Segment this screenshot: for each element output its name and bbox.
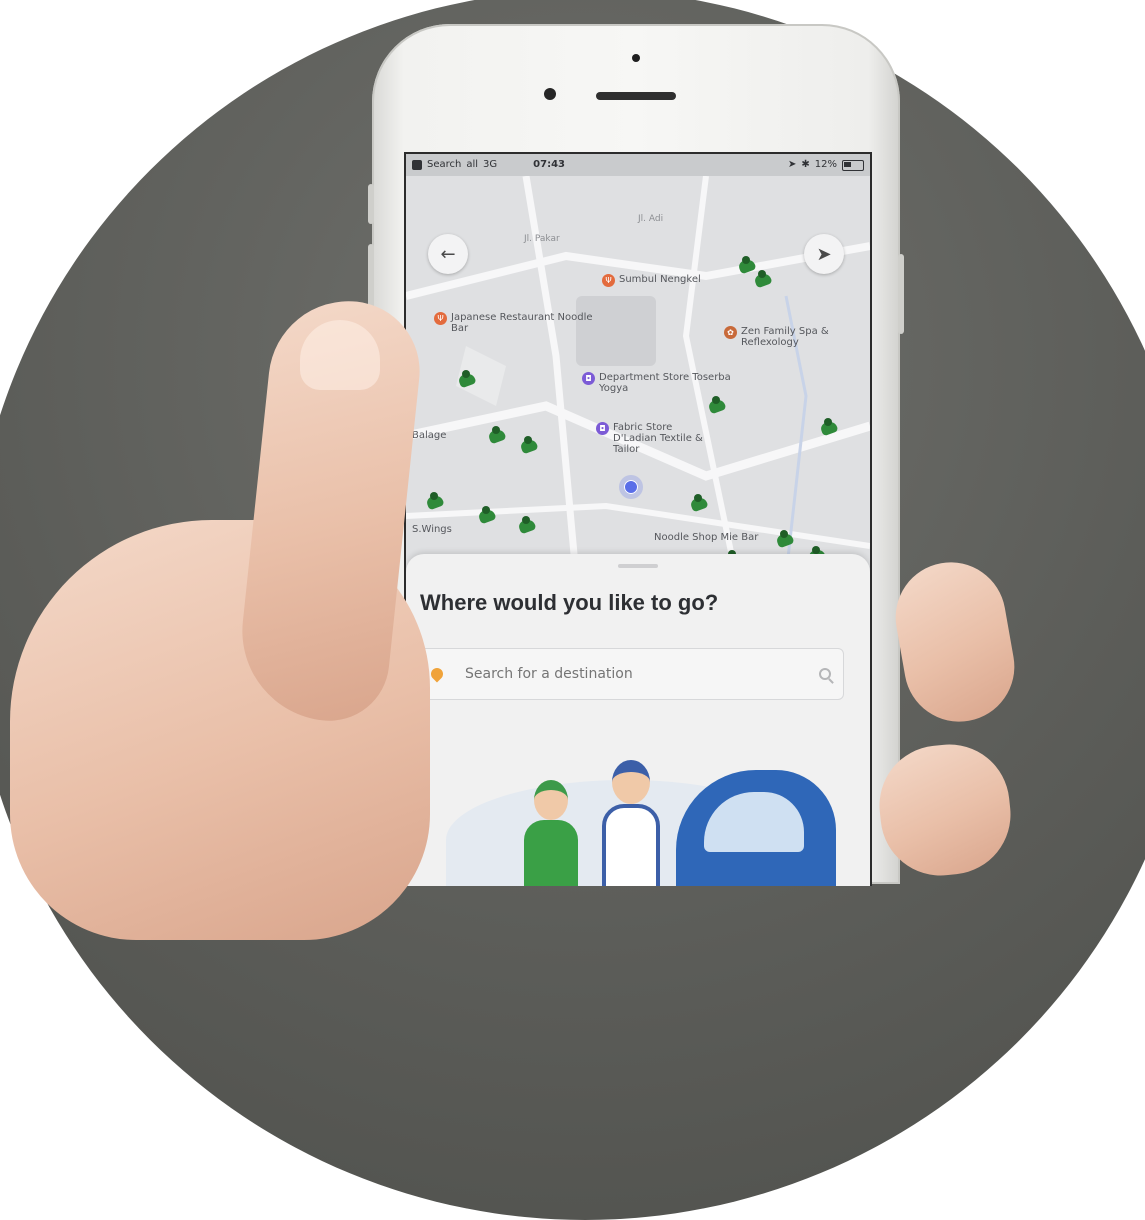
street-label: Jl. Pakar [524,234,560,244]
car-window [704,792,804,852]
thumbnail [300,320,380,390]
mute-switch [368,184,374,224]
shopping-bag-icon: ◘ [582,372,595,385]
poi-label: Balage [412,430,447,441]
status-time: 07:43 [533,159,566,170]
map-poi[interactable]: ◘ Department Store Toserba Yogya [582,372,742,394]
restaurant-icon: Ψ [434,312,447,325]
driver-bike-icon [456,370,478,390]
location-pin-icon [428,665,446,683]
sheet-drag-handle[interactable] [618,564,658,568]
poi-label: Sumbul Nengkel [619,274,701,285]
battery-percent: 12% [814,159,837,170]
map-poi[interactable]: S.Wings [412,524,452,535]
location-arrow-icon: ➤ [787,159,797,170]
shopping-bag-icon: ◘ [596,422,609,435]
map-poi[interactable]: ◘ Fabric Store D'Ladian Textile & Tailor [596,422,716,455]
poi-label: Noodle Shop Mie Bar [654,532,759,543]
driver-bike-icon [752,270,774,290]
poi-label: Department Store Toserba Yogya [599,372,731,394]
driver-body [524,820,578,886]
driver-bike-icon [476,506,498,526]
street-label: Jl. Adi [638,214,664,224]
navigation-arrow-icon: ➤ [816,243,832,265]
power-button [898,254,904,334]
destination-search-input[interactable] [463,665,819,683]
destination-search[interactable] [418,648,844,700]
driver-bike-icon [688,494,710,514]
back-button[interactable]: ← [428,234,468,274]
spa-icon: ✿ [724,326,737,339]
battery-icon [842,159,864,171]
driver-head [534,780,568,820]
app-icon [412,160,422,170]
poi-label: Japanese Restaurant Noodle Bar [451,312,593,334]
map-poi[interactable]: Ψ Japanese Restaurant Noodle Bar [434,312,604,334]
bluetooth-icon: ✱ [801,159,810,170]
sheet-title: Where would you like to go? [420,590,719,615]
current-location-marker [624,480,638,494]
driver-bike-icon [774,530,796,550]
phone-device: Search all 3G 07:43 ➤ ✱ 12% Jl. Adi Jl. … [368,24,904,886]
driver-bike-icon [486,426,508,446]
map-view[interactable]: Jl. Adi Jl. Pakar ← ➤ Ψ Sumbul Nengkel Ψ… [406,176,870,576]
map-poi[interactable]: ✿ Zen Family Spa & Reflexology [724,326,864,348]
driver-bike-icon [424,492,446,512]
search-icon[interactable] [819,668,831,680]
arrow-left-icon: ← [440,243,456,265]
car-driver-figure [596,760,666,886]
destination-sheet: Where would you like to go? [406,554,870,886]
bike-driver-figure [516,780,586,886]
network-label: 3G [483,159,498,170]
driver-bike-icon [818,418,840,438]
poi-label: Fabric Store D'Ladian Textile & Tailor [613,422,703,455]
map-poi[interactable]: Balage [412,430,446,441]
map-poi[interactable]: Noodle Shop Mie Bar [654,532,764,543]
driver-body [602,804,660,886]
drivers-illustration [446,750,846,886]
carrier-label: Search [427,159,462,170]
driver-head [612,760,650,804]
phone-screen: Search all 3G 07:43 ➤ ✱ 12% Jl. Adi Jl. … [404,152,872,886]
poi-label: Zen Family Spa & Reflexology [741,326,829,348]
map-poi[interactable]: Ψ Sumbul Nengkel [602,274,701,287]
restaurant-icon: Ψ [602,274,615,287]
front-camera [544,88,556,100]
proximity-sensor [632,54,640,62]
signal-label: all [466,159,479,170]
poi-label: S.Wings [412,524,452,535]
earpiece [596,92,676,100]
my-location-button[interactable]: ➤ [804,234,844,274]
driver-bike-icon [516,516,538,536]
driver-bike-icon [706,396,728,416]
status-bar: Search all 3G 07:43 ➤ ✱ 12% [406,154,870,176]
driver-bike-icon [518,436,540,456]
